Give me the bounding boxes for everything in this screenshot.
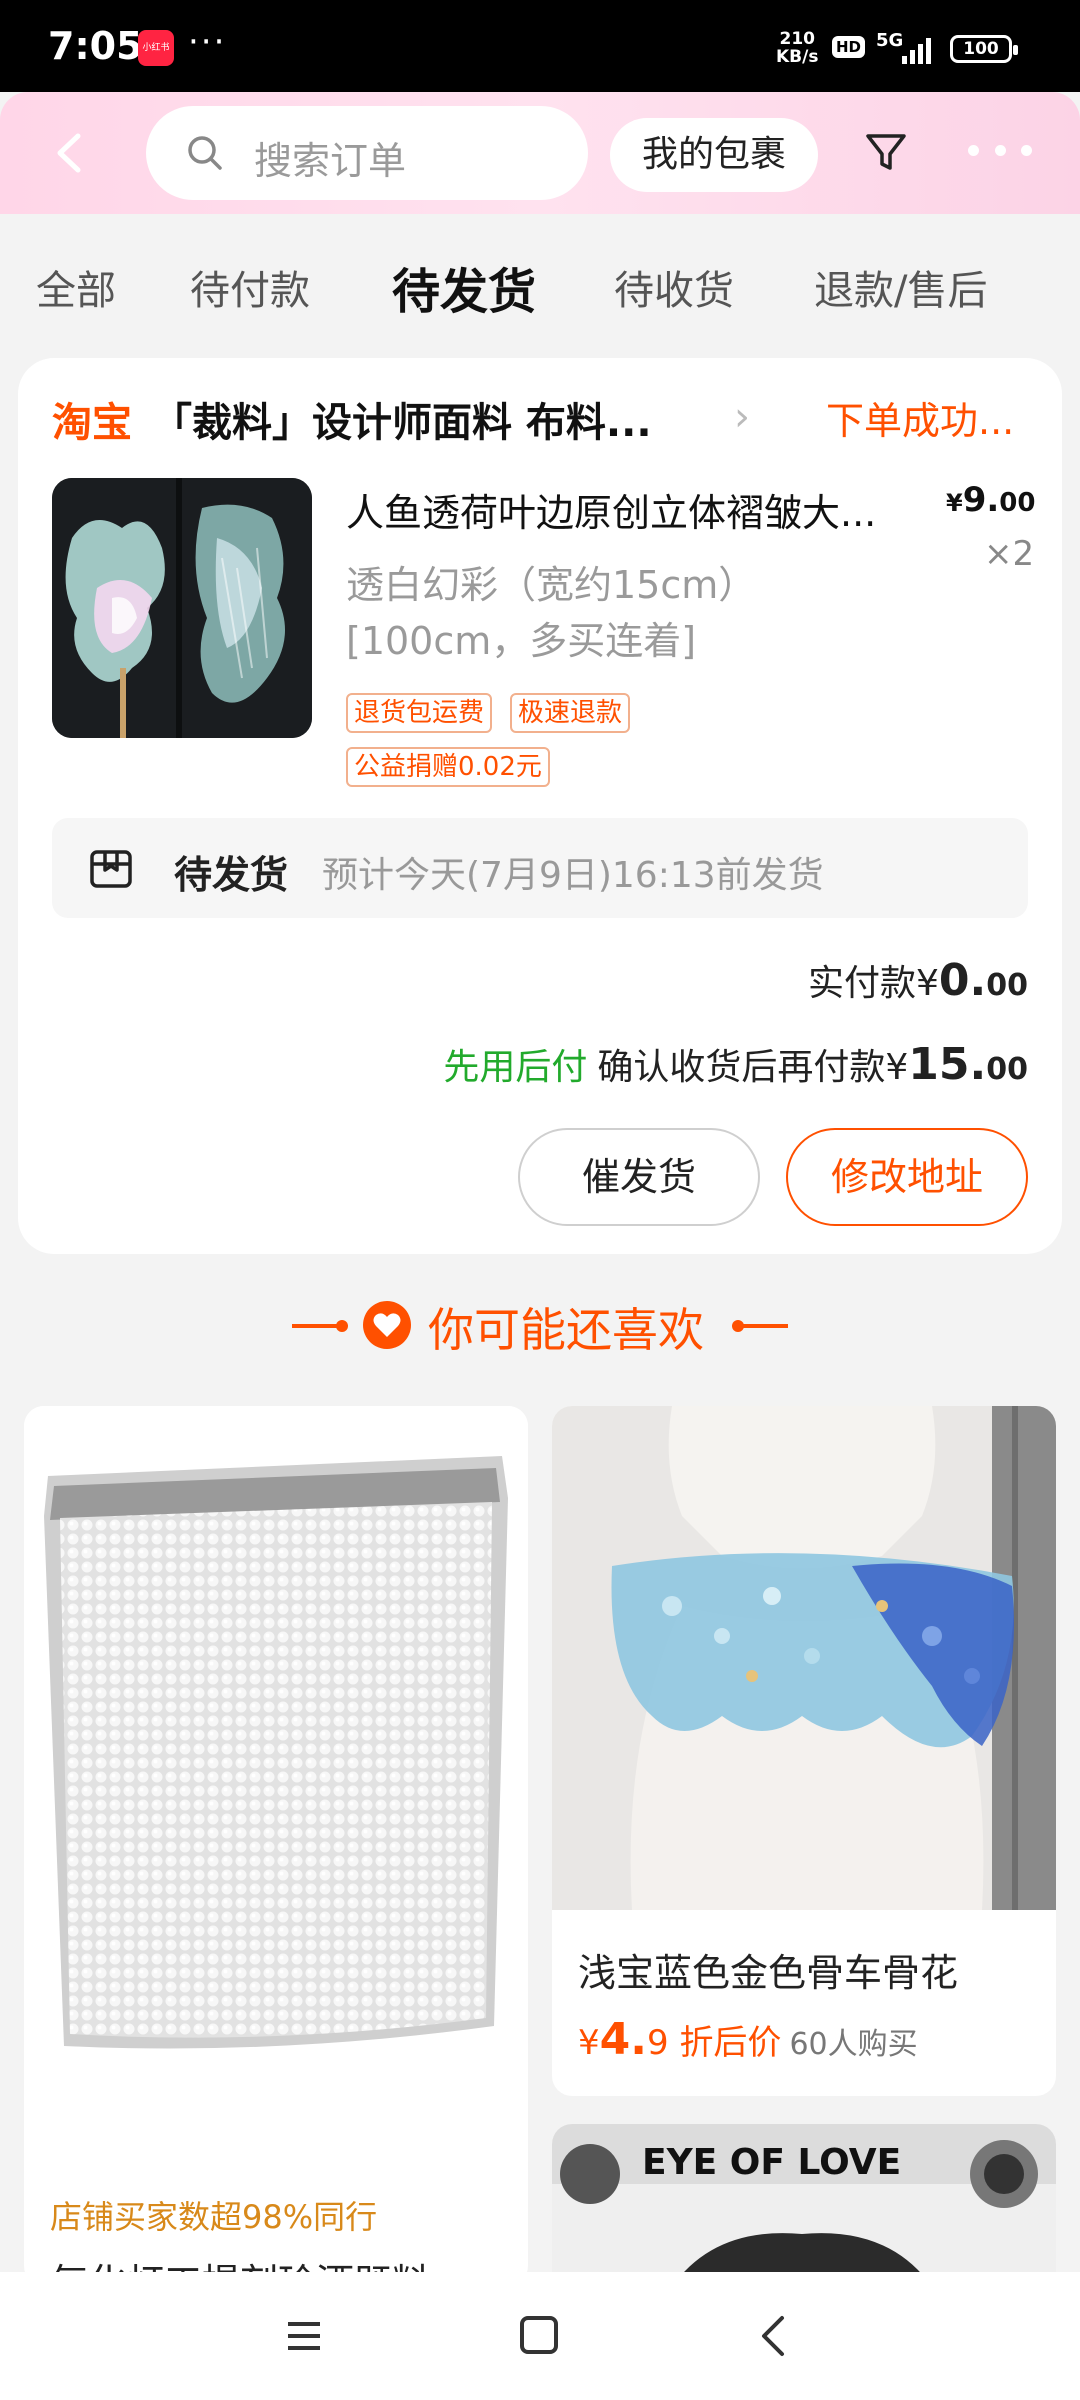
change-address-button[interactable]: 修改地址 (786, 1128, 1028, 1226)
recommendation-price: ¥4.9 折后价 60人购买 (578, 2014, 918, 2065)
tag-free-return-shipping: 退货包运费 (346, 693, 493, 733)
network-type: 5G (876, 30, 904, 51)
shop-name[interactable]: 「裁料」设计师面料 布料... (152, 390, 652, 448)
shipping-eta: 预计今天(7月9日)16:13前发货 (322, 855, 824, 896)
order-status: 下单成功... (826, 399, 1015, 443)
network-speed: 210 KB/s (776, 29, 819, 67)
shipping-status: 待发货 (174, 853, 289, 897)
recommendation-title: 浅宝蓝色金色骨车骨花 (578, 1951, 959, 1995)
urge-shipment-button[interactable]: 催发货 (518, 1128, 760, 1226)
back-icon[interactable] (46, 128, 96, 178)
lace-applique-image (552, 1406, 1056, 1910)
tab-pending-receipt[interactable]: 待收货 (614, 258, 734, 316)
chevron-right-icon[interactable]: › (734, 394, 750, 440)
product-quantity: ×2 (984, 534, 1035, 574)
status-more-icon: ··· (188, 22, 227, 62)
paid-amount: 实付款¥0.00 (807, 955, 1028, 1006)
divider-dot-left (336, 1320, 348, 1332)
tab-all[interactable]: 全部 (36, 258, 116, 316)
app-notification-icon: 小红书 (138, 30, 174, 66)
recommendations-title: 你可能还喜欢 (428, 1303, 704, 1357)
divider-right (740, 1324, 788, 1328)
pay-later: 先用后付 确认收货后再付款¥15.00 (443, 1039, 1028, 1090)
home-icon[interactable] (520, 2316, 558, 2354)
heart-icon (363, 1301, 411, 1349)
status-bar: 7:05 小红书 ··· 210 KB/s HD 5G 100 (0, 0, 1080, 92)
my-parcels-button[interactable]: 我的包裹 (610, 118, 818, 192)
tab-pending-shipment[interactable]: 待发货 (392, 252, 536, 322)
pay-later-label: 先用后付 (443, 1047, 588, 1088)
tag-fast-refund: 极速退款 (510, 693, 631, 733)
product-spec: 透白幻彩（宽约15cm） (346, 563, 757, 607)
order-card[interactable]: 淘宝 「裁料」设计师面料 布料... › 下单成功... 人鱼透荷叶边原创立体褶… (18, 358, 1062, 1254)
product-price: ¥9.00 (946, 480, 1036, 520)
recommendation-card[interactable]: 浅宝蓝色金色骨车骨花 ¥4.9 折后价 60人购买 (552, 1406, 1056, 2096)
battery-icon: 100 (950, 35, 1018, 63)
ruffle-fabric-image (52, 478, 312, 738)
tag-charity: 公益捐赠0.02元 (346, 747, 550, 787)
foam-beads-image (24, 1406, 528, 2106)
system-nav-bar (0, 2272, 1080, 2400)
signal-icon (902, 36, 938, 64)
status-time: 7:05 (48, 24, 143, 68)
tab-pending-payment[interactable]: 待付款 (190, 258, 310, 316)
filter-icon[interactable] (862, 128, 910, 176)
recommendation-card[interactable]: 店铺买家数超98%同行 气化灯工提刻珍酒既料 (24, 1406, 528, 2286)
package-icon (90, 850, 132, 888)
order-tabs: 全部 待付款 待发货 待收货 退款/售后 (0, 214, 1080, 354)
recent-apps-icon[interactable] (284, 2316, 324, 2356)
sold-count: 60人购买 (789, 2027, 918, 2062)
search-placeholder: 搜索订单 (254, 139, 407, 183)
product-spec-length: [100cm，多买连着] (346, 619, 697, 663)
back-nav-icon[interactable] (754, 2314, 794, 2358)
recommendations-header: 你可能还喜欢 (0, 1286, 1080, 1366)
product-title[interactable]: 人鱼透荷叶边原创立体褶皱大... (346, 482, 936, 537)
product-image[interactable] (52, 478, 312, 738)
hd-icon: HD (832, 36, 866, 58)
shipping-status-bar[interactable]: 待发货 预计今天(7月9日)16:13前发货 (52, 818, 1028, 918)
taobao-logo: 淘宝 (52, 400, 132, 446)
header: 搜索订单 我的包裹 (0, 92, 1080, 214)
tab-refund[interactable]: 退款/售后 (814, 258, 987, 316)
more-icon[interactable] (968, 140, 1032, 160)
search-input[interactable]: 搜索订单 (146, 106, 588, 200)
recommendation-note: 店铺买家数超98%同行 (50, 2198, 378, 2236)
ad-banner-text: EYE OF LOVE (642, 2142, 901, 2183)
divider-left (292, 1324, 340, 1328)
search-icon (188, 136, 222, 170)
